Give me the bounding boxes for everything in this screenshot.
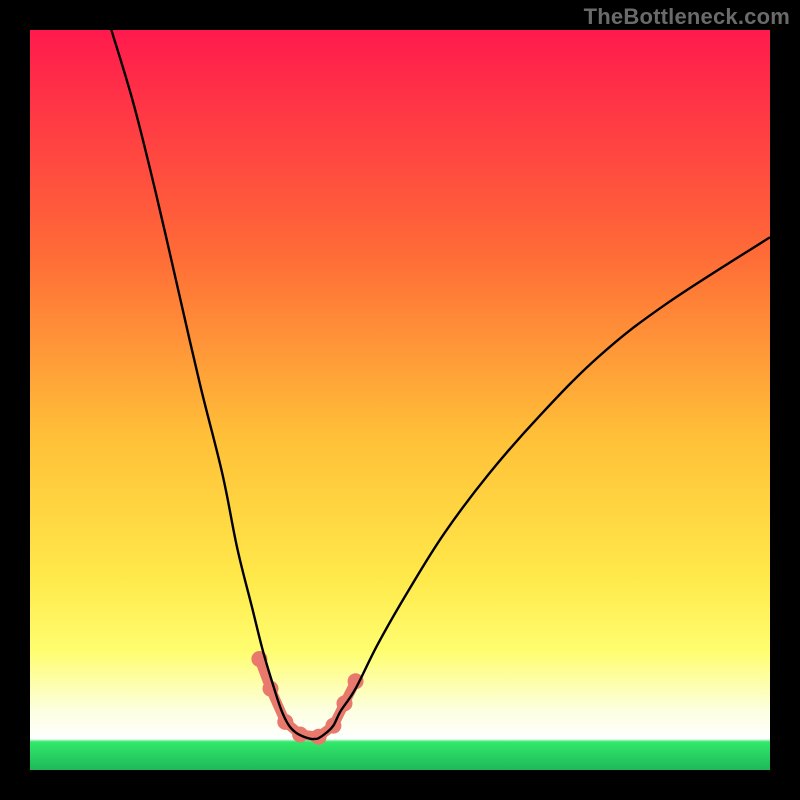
salmon-link-node: [311, 729, 327, 745]
bottleneck-curve-right: [315, 237, 770, 739]
chart-curves: [30, 30, 770, 770]
chart-plot-area: [30, 30, 770, 770]
watermark-text: TheBottleneck.com: [584, 4, 790, 30]
chart-stage: TheBottleneck.com: [0, 0, 800, 800]
salmon-link-layer: [251, 651, 363, 745]
bottleneck-curve-left: [111, 30, 315, 739]
